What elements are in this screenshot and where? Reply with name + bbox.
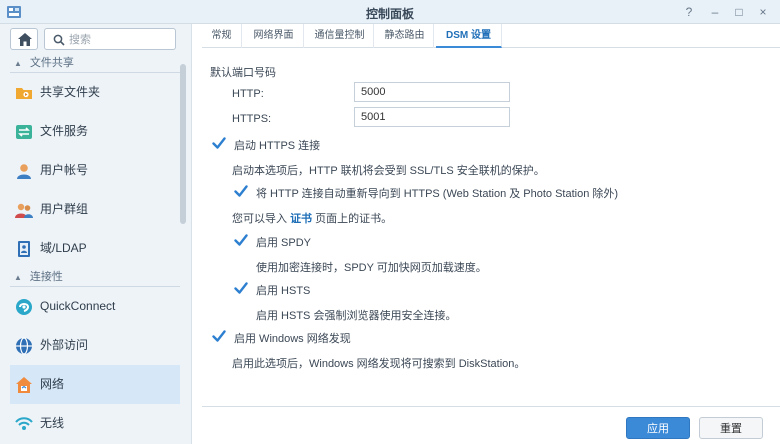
quickconnect-icon <box>16 299 32 315</box>
redirect-https-label: 将 HTTP 连接自动重新导向到 HTTPS (Web Station 及 Ph… <box>256 188 619 200</box>
tab-network-interface[interactable]: 网络界面 <box>244 24 304 48</box>
sidebar-list: ▲ 文件共享 共享文件夹 文件服务 用户帐号 用户群组 域/LDAP ▲ 连接性… <box>0 54 180 443</box>
minimize-button[interactable]: – <box>706 3 724 21</box>
chevron-up-icon: ▲ <box>14 273 22 282</box>
sidebar-section-file-sharing[interactable]: ▲ 文件共享 <box>0 54 180 72</box>
tab-dsm-settings[interactable]: DSM 设置 <box>436 24 502 48</box>
enable-spdy-label: 启用 SPDY <box>256 237 312 249</box>
https-label: HTTPS: <box>232 113 272 125</box>
sidebar-item-network[interactable]: 网络 <box>10 365 180 404</box>
enable-https-label: 启动 HTTPS 连接 <box>234 140 321 152</box>
sidebar-item-label: 域/LDAP <box>40 241 87 255</box>
scrollbar-thumb[interactable] <box>180 64 186 224</box>
search-icon <box>53 34 65 46</box>
windows-discovery-label: 启用 Windows 网络发现 <box>234 333 351 345</box>
dsm-settings-panel: 默认端口号码 HTTP: HTTPS: 启动 HTTPS 连接 启动本选项后，H… <box>202 48 780 406</box>
sidebar-item-domain-ldap[interactable]: 域/LDAP <box>0 229 180 268</box>
enable-hsts-label: 启用 HSTS <box>256 285 311 297</box>
search-box[interactable] <box>44 28 176 50</box>
http-label: HTTP: <box>232 88 264 100</box>
http-port-input[interactable] <box>354 82 510 102</box>
https-port-input[interactable] <box>354 107 510 127</box>
sidebar-item-label: 用户群组 <box>40 202 89 216</box>
tab-static-route[interactable]: 静态路由 <box>376 24 434 48</box>
sidebar-item-file-services[interactable]: 文件服务 <box>0 112 180 151</box>
search-input[interactable] <box>69 32 173 47</box>
home-icon <box>18 33 32 46</box>
section-label: 连接性 <box>29 271 63 283</box>
external-access-icon <box>16 337 32 355</box>
redirect-https-checkbox[interactable] <box>234 184 248 198</box>
sidebar-item-label: 无线 <box>40 416 65 430</box>
window-title: 控制面板 <box>365 7 414 21</box>
enable-hsts-checkbox[interactable] <box>234 281 248 295</box>
sidebar-item-user[interactable]: 用户帐号 <box>0 151 180 190</box>
sidebar-item-label: 用户帐号 <box>40 163 89 177</box>
wireless-icon <box>15 417 33 430</box>
windows-discovery-description: 启用此选项后，Windows 网络发现将可搜索到 DiskStation。 <box>232 358 526 370</box>
certificate-note-suffix: 页面上的证书。 <box>315 213 393 225</box>
hsts-description: 启用 HSTS 会强制浏览器使用安全连接。 <box>256 310 457 322</box>
tab-general[interactable]: 常规 <box>202 24 242 48</box>
domain-ldap-icon <box>18 241 30 257</box>
enable-spdy-checkbox[interactable] <box>234 233 248 247</box>
close-button[interactable]: × <box>754 3 772 21</box>
section-label: 文件共享 <box>29 57 74 69</box>
sidebar-item-group[interactable]: 用户群组 <box>0 190 180 229</box>
certificate-note: 您可以导入 证书 页面上的证书。 <box>232 210 392 226</box>
group-icon <box>15 203 33 218</box>
maximize-button[interactable]: □ <box>730 3 748 21</box>
title-bar: 控制面板 ? – □ × <box>0 0 780 24</box>
certificate-link[interactable]: 证书 <box>290 213 312 225</box>
sidebar-scrollbar[interactable] <box>180 54 186 444</box>
sidebar-item-label: 外部访问 <box>40 338 89 352</box>
apply-button[interactable]: 应用 <box>626 417 690 439</box>
sidebar-item-label: 共享文件夹 <box>40 85 101 99</box>
enable-https-description: 启动本选项后，HTTP 联机将会受到 SSL/TLS 安全联机的保护。 <box>232 165 545 177</box>
shared-folder-icon <box>16 88 32 99</box>
enable-https-checkbox[interactable] <box>212 136 226 150</box>
sidebar-item-label: 文件服务 <box>40 124 89 138</box>
user-icon <box>17 164 31 179</box>
sidebar-item-label: 网络 <box>40 377 65 391</box>
footer-bar: 应用 重置 <box>202 406 780 444</box>
chevron-up-icon: ▲ <box>14 59 22 68</box>
help-button[interactable]: ? <box>680 3 698 21</box>
sidebar-item-wireless[interactable]: 无线 <box>0 404 180 443</box>
sidebar-item-quickconnect[interactable]: QuickConnect <box>0 287 180 326</box>
spdy-description: 使用加密连接时，SPDY 可加快网页加载速度。 <box>256 262 487 274</box>
tab-traffic-control[interactable]: 通信量控制 <box>306 24 374 48</box>
sidebar: ▲ 文件共享 共享文件夹 文件服务 用户帐号 <box>0 24 192 444</box>
windows-discovery-checkbox[interactable] <box>212 329 226 343</box>
file-services-icon <box>16 125 32 139</box>
reset-button[interactable]: 重置 <box>699 417 763 439</box>
home-button[interactable] <box>10 28 38 50</box>
sidebar-item-external-access[interactable]: 外部访问 <box>0 326 180 365</box>
sidebar-section-connectivity[interactable]: ▲ 连接性 <box>0 268 180 286</box>
sidebar-item-label: QuickConnect <box>40 299 116 313</box>
default-port-label: 默认端口号码 <box>210 67 276 79</box>
network-icon <box>16 377 32 393</box>
tab-bar: 常规 网络界面 通信量控制 静态路由 DSM 设置 <box>202 24 780 48</box>
sidebar-item-shared-folder[interactable]: 共享文件夹 <box>0 73 180 112</box>
certificate-note-prefix: 您可以导入 <box>232 213 287 225</box>
